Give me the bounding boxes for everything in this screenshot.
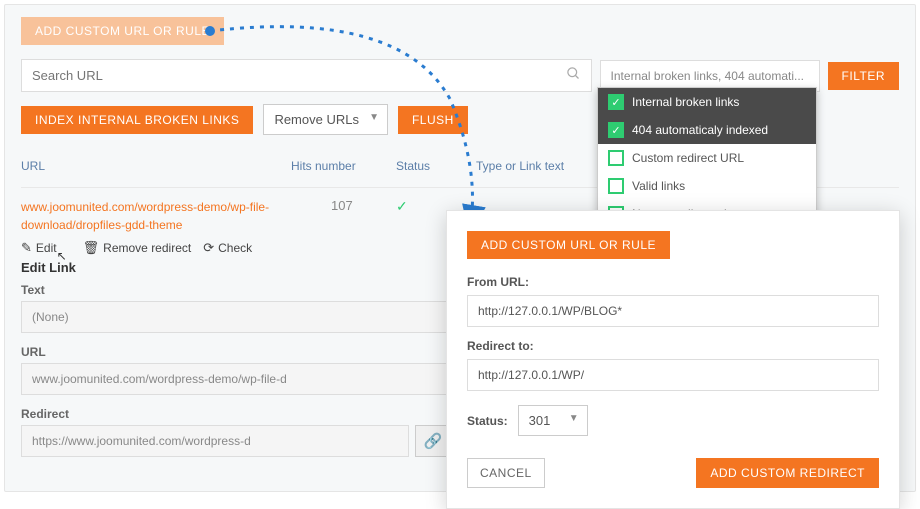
checkbox-icon [608,178,624,194]
redirect-to-label: Redirect to: [467,339,879,353]
checkbox-icon [608,150,624,166]
edit-label: Edit [36,241,57,255]
remove-redirect-action[interactable]: 🗑Remove redirect [83,240,192,256]
check-action[interactable]: ⟳ Check [203,240,252,256]
text-label: Text [21,283,451,297]
edit-action[interactable]: ✎Edit↖ [21,240,71,256]
redirect-to-input[interactable] [467,359,879,391]
from-url-input[interactable] [467,295,879,327]
cancel-button[interactable]: CANCEL [467,458,545,488]
trash-icon: 🗑 [83,240,100,256]
text-input[interactable] [21,301,451,333]
status-label: Status: [467,414,508,428]
filter-button[interactable]: FILTER [828,62,899,90]
checkbox-checked-icon: ✓ [608,122,624,138]
flush-button[interactable]: FLUSH [398,106,468,134]
modal-title-button[interactable]: ADD CUSTOM URL OR RULE [467,231,670,259]
search-box[interactable] [21,59,592,92]
from-url-label: From URL: [467,275,879,289]
checkbox-checked-icon: ✓ [608,94,624,110]
filter-option-404[interactable]: ✓ 404 automaticaly indexed [598,116,816,144]
filter-dropdown-panel: ✓ Internal broken links ✓ 404 automaticaly… [597,87,817,229]
filter-option-custom-redirect[interactable]: Custom redirect URL [598,144,816,172]
url-input[interactable] [21,363,451,395]
url-label: URL [21,345,451,359]
add-custom-url-button-faded[interactable]: ADD CUSTOM URL OR RULE [21,17,224,45]
filter-option-broken-links[interactable]: ✓ Internal broken links [598,88,816,116]
remove-label: Remove redirect [103,241,191,255]
check-label: Check [218,241,252,255]
cursor-icon: ↖ [57,249,67,263]
add-custom-url-modal: ADD CUSTOM URL OR RULE From URL: Redirec… [446,210,900,509]
link-icon: 🔗 [424,432,443,450]
refresh-icon: ⟳ [203,240,214,256]
th-hits[interactable]: Hits number [291,159,396,173]
filter-option-label: Internal broken links [632,95,739,109]
search-icon [566,66,581,85]
filter-option-label: Custom redirect URL [632,151,744,165]
row-url-link[interactable]: www.joomunited.com/wordpress-demo/wp-fil… [21,198,291,234]
filter-option-valid-links[interactable]: Valid links [598,172,816,200]
filter-option-label: Valid links [632,179,685,193]
row-hits: 107 [291,198,396,213]
remove-urls-select[interactable]: Remove URLs [263,104,388,135]
pencil-icon: ✎ [21,240,32,256]
edit-form: Text URL Redirect 🔗 [21,283,451,457]
index-broken-links-button[interactable]: INDEX INTERNAL BROKEN LINKS [21,106,253,134]
search-input[interactable] [32,68,566,83]
redirect-input[interactable] [21,425,409,457]
redirect-label: Redirect [21,407,451,421]
filter-option-label: 404 automaticaly indexed [632,123,768,137]
th-url[interactable]: URL [21,159,291,173]
th-status[interactable]: Status [396,159,476,173]
add-custom-redirect-button[interactable]: ADD CUSTOM REDIRECT [696,458,879,488]
status-select[interactable]: 301 [518,405,588,436]
